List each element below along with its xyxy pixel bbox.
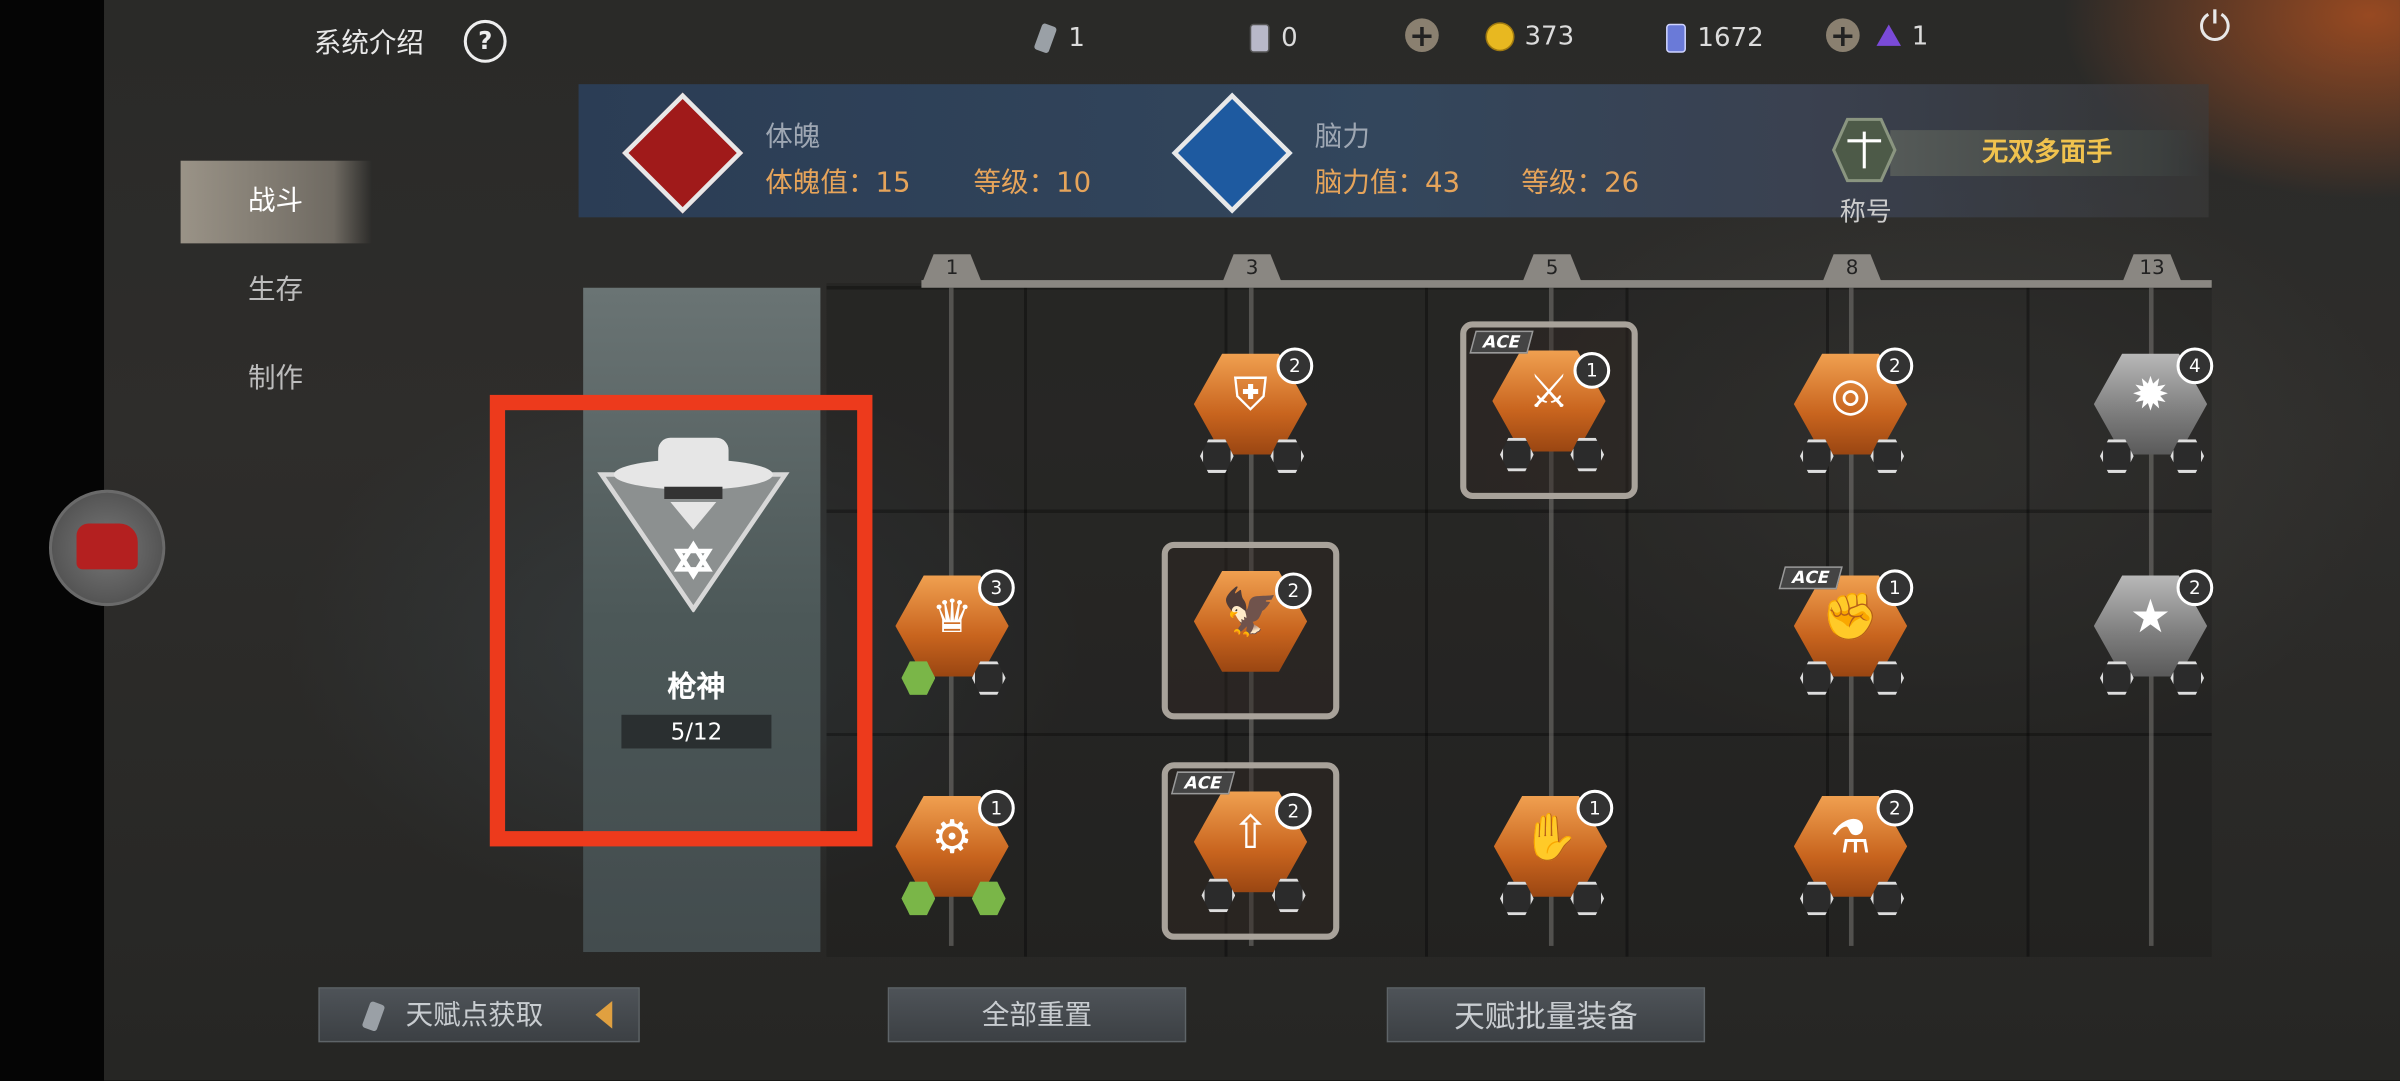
top-bar: 系统介绍 ? 1 0 + 373 1672 + 1 ⏻ <box>0 0 2400 77</box>
talent-node[interactable]: ⛨ 2 <box>1182 344 1320 482</box>
talent-level-badge: 1 <box>1576 789 1614 827</box>
talent-node[interactable]: ✹ 4 <box>2082 344 2220 482</box>
talent-node[interactable]: ◎ 2 <box>1782 344 1920 482</box>
reset-all-button[interactable]: 全部重置 <box>887 987 1187 1043</box>
menu-item-crafting[interactable]: 制作 <box>181 338 372 421</box>
talent-level-badge: 2 <box>2176 569 2214 607</box>
add-crystal-button[interactable]: + <box>1826 18 1860 53</box>
talent-level-badge: 2 <box>1276 347 1314 385</box>
dino-icon <box>76 523 138 570</box>
purple-gem-counter: 1 <box>1875 21 1928 52</box>
gold-counter: 373 <box>1485 21 1574 52</box>
talent-node[interactable]: ⇧ ACE 2 <box>1161 762 1340 940</box>
get-talent-points-label: 天赋点获取 <box>405 999 544 1032</box>
floating-assist-button[interactable] <box>48 489 166 607</box>
physique-level: 等级：10 <box>973 166 1092 199</box>
get-talent-points-button[interactable]: 天赋点获取 <box>318 987 640 1043</box>
talent-node[interactable]: ♛ 3 <box>883 566 1021 704</box>
crystal-card-value: 1672 <box>1697 22 1764 54</box>
talent-level-badge: 2 <box>1274 792 1312 830</box>
purple-gem-icon <box>1876 24 1902 46</box>
game-screen: 系统介绍 ? 1 0 + 373 1672 + 1 ⏻ 战斗 生存 制作 体魄 … <box>0 0 2400 1081</box>
menu-item-label: 生存 <box>247 273 304 307</box>
highlight-box <box>489 394 873 847</box>
menu-item-combat[interactable]: 战斗 <box>180 160 372 244</box>
power-icon[interactable]: ⏻ <box>2192 5 2238 51</box>
talent-token-counter: 1 <box>1032 21 1085 55</box>
talent-level-badge: 3 <box>978 569 1015 607</box>
ace-badge: ACE <box>1469 330 1534 354</box>
talent-level-badge: 2 <box>1274 572 1312 610</box>
ace-badge: ACE <box>1170 771 1236 795</box>
mind-icon <box>1171 92 1293 214</box>
menu-item-label: 战斗 <box>247 185 304 218</box>
talent-node[interactable]: ⚔ ACE 1 <box>1460 321 1638 499</box>
talent-level-badge: 1 <box>1876 569 1914 607</box>
card-value: 0 <box>1281 22 1298 54</box>
physique-icon <box>622 92 744 214</box>
card-icon <box>1249 23 1270 53</box>
mind-value: 脑力值：43 <box>1314 166 1461 199</box>
mind-level: 等级：26 <box>1521 166 1640 199</box>
mind-title: 脑力 <box>1314 120 1370 154</box>
talent-token-icon <box>362 1001 385 1032</box>
add-card-button[interactable]: + <box>1405 18 1439 53</box>
crystal-card-counter: 1672 <box>1664 21 1764 55</box>
talent-node[interactable]: ✊ ACE 1 <box>1778 566 1920 704</box>
talent-node[interactable]: ⚗ 2 <box>1782 787 1920 925</box>
purple-gem-value: 1 <box>1911 21 1929 53</box>
talent-node[interactable]: ⚙ 1 <box>883 787 1021 925</box>
title-name-banner[interactable]: 无双多面手 <box>1890 130 2205 177</box>
system-intro-link[interactable]: 系统介绍 <box>314 21 424 61</box>
scales-icon <box>1831 117 1897 183</box>
batch-equip-button[interactable]: 天赋批量装备 <box>1386 987 1706 1043</box>
talent-node[interactable]: ★ 2 <box>2082 566 2220 704</box>
menu-item-survival[interactable]: 生存 <box>181 249 372 332</box>
physique-value: 体魄值：15 <box>765 166 911 199</box>
talent-level-badge: 1 <box>1573 352 1611 389</box>
talent-level-badge: 2 <box>1876 789 1914 827</box>
menu-item-label: 制作 <box>247 362 304 395</box>
arrow-left-icon <box>595 1001 613 1029</box>
talent-node[interactable]: 🦅 2 <box>1161 541 1340 720</box>
talent-level-badge: 1 <box>978 789 1015 827</box>
talent-token-value: 1 <box>1068 22 1085 54</box>
help-icon[interactable]: ? <box>463 19 507 63</box>
card-counter: 0 <box>1247 21 1298 55</box>
talent-level-badge: 4 <box>2176 347 2214 385</box>
talent-node[interactable]: ✋ 1 <box>1482 787 1620 925</box>
gold-coin-icon <box>1485 22 1515 52</box>
title-label: 称号 <box>1839 197 1892 229</box>
talent-level-badge: 2 <box>1876 347 1914 385</box>
gold-value: 373 <box>1524 21 1575 53</box>
crystal-card-icon <box>1666 23 1686 53</box>
ace-badge: ACE <box>1778 566 1844 590</box>
talent-token-icon <box>1034 23 1057 53</box>
physique-title: 体魄 <box>765 120 821 154</box>
